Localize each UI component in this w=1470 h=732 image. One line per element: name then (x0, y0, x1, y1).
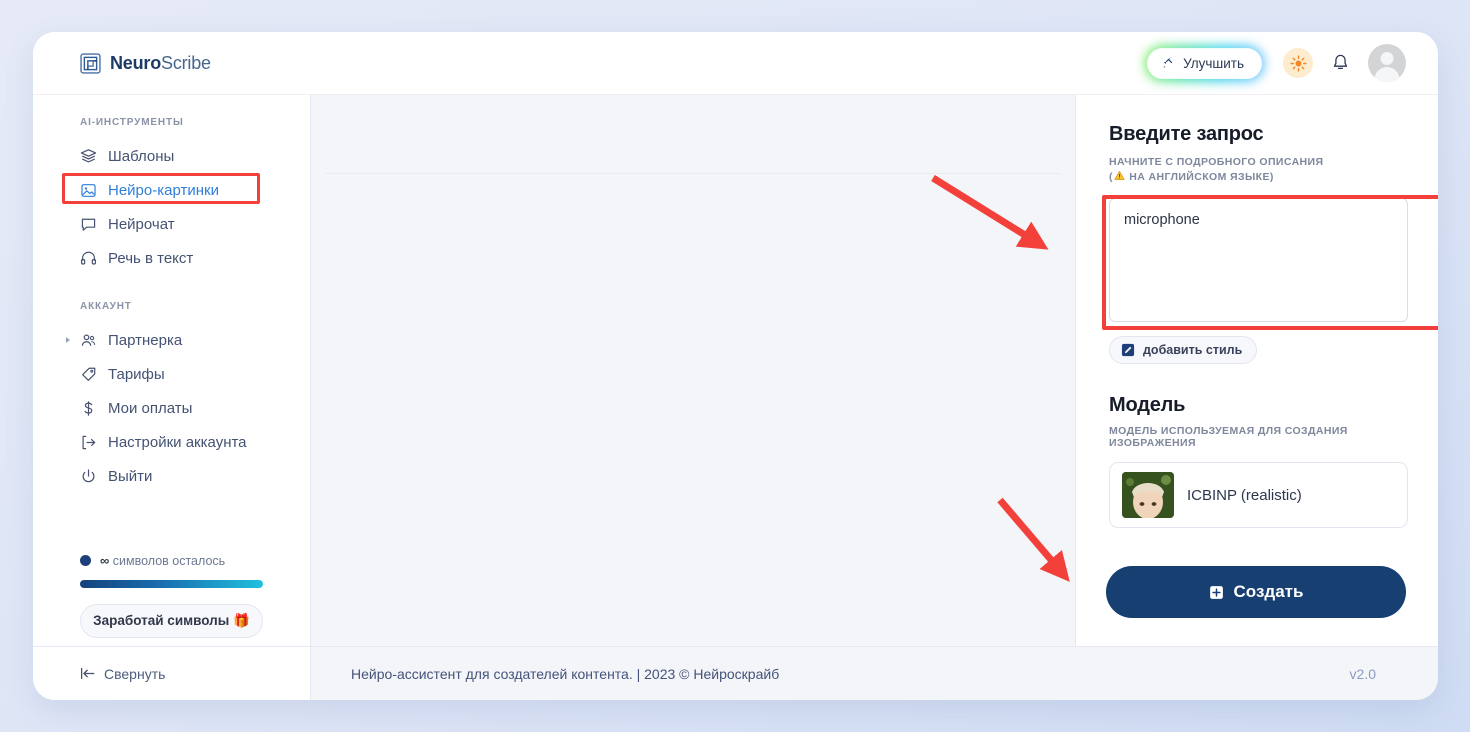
sidebar-item-account-settings[interactable]: Настройки аккаунта (33, 425, 310, 459)
tokens-remaining-label: символов осталось (112, 554, 226, 568)
prompt-subtitle-paren-open: ( (1109, 171, 1113, 184)
theme-toggle-button[interactable] (1283, 48, 1313, 78)
sidebar-item-partners[interactable]: Партнерка (33, 323, 310, 357)
notifications-button[interactable] (1331, 53, 1350, 74)
chat-bubble-icon (81, 218, 96, 231)
app-window: NeuroScribe Улучшить AI-ИНСТРУМЕНТЫ Шабл… (33, 32, 1438, 700)
create-button-label: Создать (1233, 582, 1304, 601)
nested-square-logo-icon (80, 52, 101, 74)
tokens-remaining-row: ∞ символов осталось (33, 553, 310, 568)
chevron-right-icon (66, 337, 70, 343)
users-icon (81, 334, 96, 346)
prompt-panel: Введите запрос НАЧНИТЕ С ПОДРОБНОГО ОПИС… (1075, 95, 1438, 646)
plus-square-icon (1209, 585, 1223, 599)
sidebar-item-label: Речь в текст (108, 249, 194, 267)
layers-icon (80, 148, 97, 162)
tokens-infinity-value: ∞ (100, 553, 110, 568)
add-style-label: добавить стиль (1143, 343, 1243, 358)
brand-name: NeuroScribe (110, 53, 211, 74)
app-header: NeuroScribe Улучшить (33, 32, 1438, 95)
footer-version: v2.0 (1349, 665, 1376, 682)
sidebar-item-label: Настройки аккаунта (108, 433, 247, 451)
tokens-progress-bar (80, 580, 263, 588)
sidebar-item-label: Тарифы (108, 365, 165, 383)
model-heading: Модель (1109, 394, 1186, 417)
page-root: NeuroScribe Улучшить AI-ИНСТРУМЕНТЫ Шабл… (0, 0, 1470, 732)
prompt-subtitle-line1: НАЧНИТЕ С ПОДРОБНОГО ОПИСАНИЯ (1109, 156, 1324, 168)
dollar-icon (84, 400, 93, 416)
app-body: AI-ИНСТРУМЕНТЫ Шаблоны Нейро-картинки Не… (33, 95, 1438, 646)
sidebar-item-label: Шаблоны (108, 147, 175, 165)
sidebar-caption-account: АККАУНТ (80, 301, 132, 312)
brand-logo-group[interactable]: NeuroScribe (80, 53, 211, 74)
prompt-heading: Введите запрос (1109, 123, 1264, 145)
collapse-sidebar-label: Свернуть (104, 665, 166, 682)
model-subtitle: МОДЕЛЬ ИСПОЛЬЗУЕМАЯ ДЛЯ СОЗДАНИЯ ИЗОБРАЖ… (1109, 425, 1348, 450)
portrait-thumbnail-icon (1122, 472, 1174, 519)
sidebar-item-label: Нейро-картинки (108, 181, 219, 199)
sidebar-item-pricing[interactable]: Тарифы (33, 357, 310, 391)
sidebar-item-images-wrap: Нейро-картинки (33, 173, 310, 207)
tag-icon (82, 367, 96, 381)
brand-name-light: Scribe (161, 52, 211, 73)
upgrade-button-glow: Улучшить (1144, 45, 1265, 82)
prompt-subtitle-line2: НА АНГЛИЙСКОМ ЯЗЫКЕ) (1125, 171, 1274, 184)
sidebar-footer-block: ∞ символов осталось Заработай символы 🎁 (33, 553, 310, 646)
collapse-sidebar-button[interactable]: Свернуть (33, 647, 311, 700)
image-icon (81, 183, 96, 197)
model-card[interactable]: ICBINP (realistic) (1109, 462, 1408, 529)
earn-symbols-button[interactable]: Заработай символы 🎁 (80, 604, 263, 638)
content-divider (325, 173, 1061, 174)
sidebar-item-templates[interactable]: Шаблоны (33, 139, 310, 173)
sidebar-item-label: Нейрочат (108, 215, 175, 233)
sidebar-item-logout[interactable]: Выйти (33, 459, 310, 493)
app-footer: Свернуть Нейро-ассистент для создателей … (33, 646, 1438, 700)
sidebar: AI-ИНСТРУМЕНТЫ Шаблоны Нейро-картинки Не… (33, 95, 311, 646)
model-thumbnail-icon (1122, 472, 1174, 519)
brand-name-bold: Neuro (110, 52, 162, 73)
sidebar-caption-tools: AI-ИНСТРУМЕНТЫ (80, 117, 184, 128)
rocket-icon (1163, 57, 1173, 68)
bell-icon (1333, 54, 1348, 69)
upgrade-button-label: Улучшить (1183, 55, 1244, 71)
sidebar-item-payments[interactable]: Мои оплаты (33, 391, 310, 425)
prompt-subtitle: НАЧНИТЕ С ПОДРОБНОГО ОПИСАНИЯ ( НА АНГЛИ… (1109, 155, 1408, 185)
power-icon (82, 468, 95, 482)
headphones-icon (80, 251, 97, 265)
model-name: ICBINP (realistic) (1187, 486, 1302, 504)
tokens-remaining-text: ∞ символов осталось (100, 553, 225, 568)
sidebar-item-speech-to-text[interactable]: Речь в текст (33, 241, 310, 275)
warning-triangle-icon (1114, 171, 1125, 181)
header-actions: Улучшить (1144, 44, 1406, 82)
status-dot-icon (80, 555, 91, 566)
sidebar-item-chat[interactable]: Нейрочат (33, 207, 310, 241)
upgrade-button[interactable]: Улучшить (1148, 48, 1261, 78)
main-content-area (311, 95, 1075, 646)
sun-icon (1289, 54, 1307, 72)
logout-arrow-icon (82, 435, 96, 449)
avatar[interactable] (1368, 44, 1406, 82)
prompt-textarea[interactable] (1109, 198, 1408, 323)
collapse-left-icon (81, 667, 95, 680)
sidebar-item-label: Партнерка (108, 331, 183, 349)
pencil-square-icon (1121, 344, 1135, 357)
footer-credit: Нейро-ассистент для создателей контента.… (351, 665, 780, 682)
sidebar-item-images[interactable]: Нейро-картинки (33, 173, 310, 207)
add-style-button[interactable]: добавить стиль (1109, 336, 1258, 365)
sidebar-item-label: Выйти (108, 467, 153, 485)
create-button[interactable]: Создать (1106, 566, 1406, 618)
sidebar-item-label: Мои оплаты (108, 399, 193, 417)
